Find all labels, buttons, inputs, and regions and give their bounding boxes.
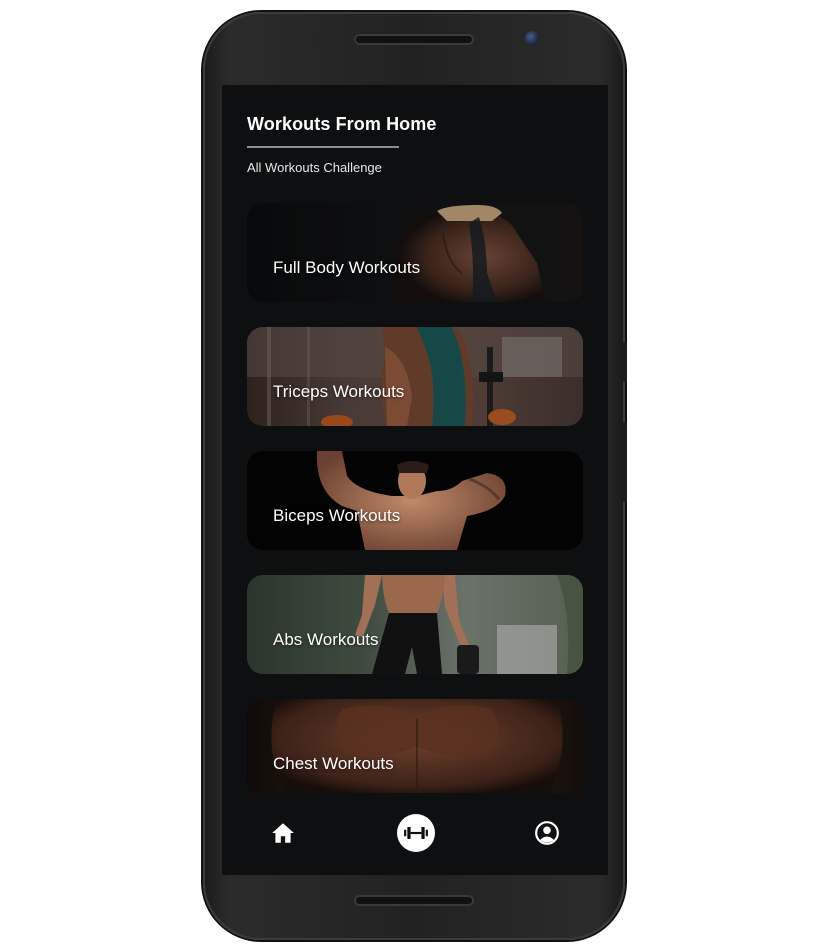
workouts-tab[interactable] [397,814,435,852]
workout-list: Full Body Workouts Triceps Workouts Bice… [247,203,583,823]
bottom-speaker [354,895,474,906]
front-camera [525,31,539,45]
workout-card-label: Full Body Workouts [273,258,421,277]
workout-card-abs[interactable]: Abs Workouts [247,575,583,674]
earpiece-speaker [354,34,474,45]
power-button [623,422,627,502]
biceps-photo [316,451,506,550]
bottom-navigation [222,793,608,875]
full-body-photo [247,203,583,302]
abs-photo [247,575,583,674]
workout-card-label: Triceps Workouts [273,382,405,401]
volume-button [623,342,627,382]
workout-card-label: Abs Workouts [273,630,379,649]
page-subtitle: All Workouts Challenge [247,160,382,175]
workout-card-label: Chest Workouts [273,754,394,773]
workout-card-label: Biceps Workouts [273,506,401,525]
app-screen: Workouts From Home All Workouts Challeng… [222,85,608,875]
profile-icon[interactable] [534,820,560,846]
page-title: Workouts From Home [247,114,437,134]
chest-photo [247,699,583,798]
dumbbell-icon [404,827,428,839]
workout-card-triceps[interactable]: Triceps Workouts [247,327,583,426]
workout-card-chest[interactable]: Chest Workouts [247,699,583,798]
title-divider [247,146,399,148]
home-icon[interactable] [270,820,296,846]
triceps-photo [247,327,583,426]
workout-card-biceps[interactable]: Biceps Workouts [247,451,583,550]
proximity-sensor [316,32,344,46]
workout-card-full-body[interactable]: Full Body Workouts [247,203,583,302]
